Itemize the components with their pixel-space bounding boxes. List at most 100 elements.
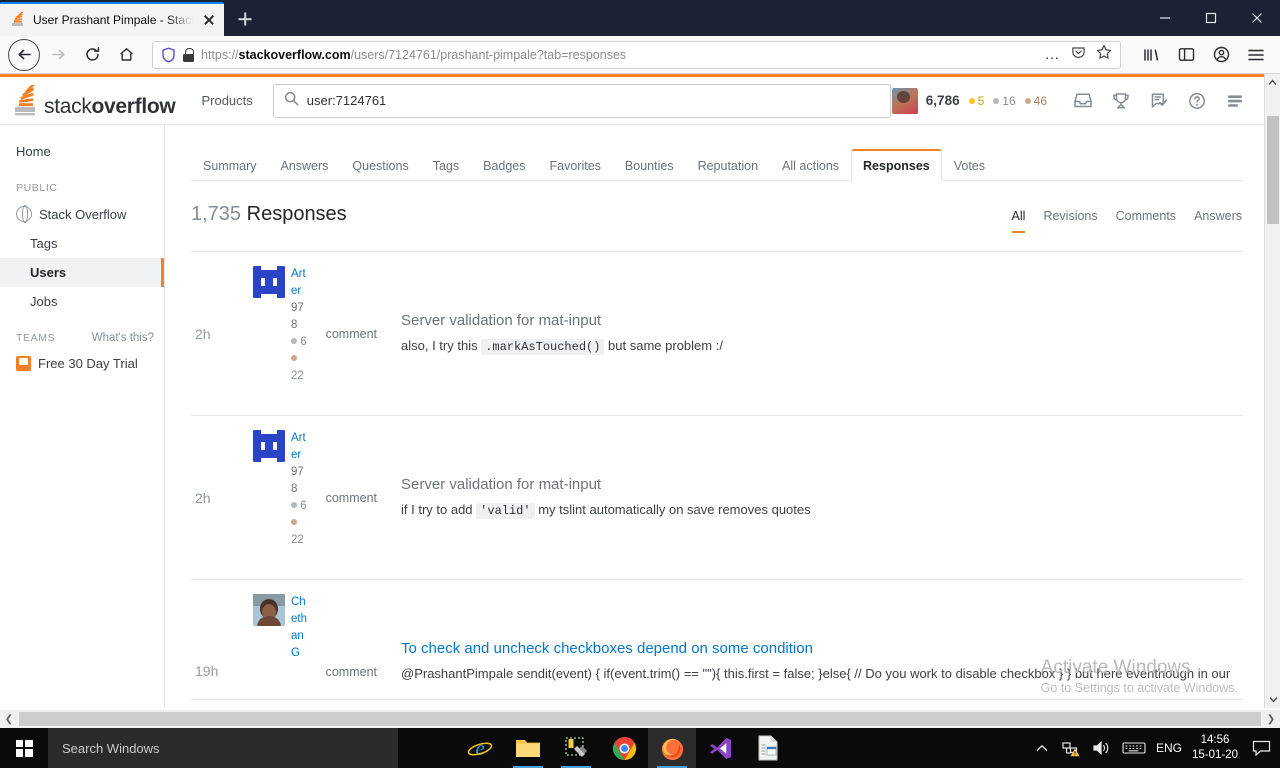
review-icon[interactable]	[1140, 82, 1178, 120]
response-post-title[interactable]: To check and uncheck checkboxes depend o…	[401, 640, 1242, 657]
scroll-right-arrow[interactable]: ❯	[1262, 714, 1280, 725]
tab-questions[interactable]: Questions	[340, 150, 420, 181]
tab-summary[interactable]: Summary	[191, 150, 268, 181]
filter-all[interactable]: All	[1011, 209, 1026, 233]
vertical-scrollbar-thumb[interactable]	[1267, 116, 1279, 224]
products-link[interactable]: Products	[201, 93, 252, 108]
page-viewport: stackoverflow Products 6,786 5 16	[0, 74, 1280, 708]
taskbar-app-snipping-tool[interactable]	[552, 728, 600, 768]
taskbar-app-internet-explorer[interactable]: e	[456, 728, 504, 768]
sidebar-item-free-trial[interactable]: Free 30 Day Trial	[0, 349, 164, 378]
bookmark-star-icon[interactable]	[1096, 44, 1112, 65]
tab-favorites[interactable]: Favorites	[538, 150, 613, 181]
library-icon[interactable]	[1135, 39, 1167, 71]
page-actions-icon[interactable]: …	[1045, 46, 1062, 63]
tab-all-actions[interactable]: All actions	[770, 150, 851, 181]
response-user[interactable]: Chethan G	[253, 594, 317, 685]
tab-badges[interactable]: Badges	[471, 150, 537, 181]
tab-votes[interactable]: Votes	[942, 150, 997, 181]
tab-bounties[interactable]: Bounties	[613, 150, 686, 181]
response-user-name[interactable]: Arter	[291, 268, 306, 297]
avatar[interactable]	[253, 266, 285, 298]
hamburger-menu-icon[interactable]	[1240, 39, 1272, 71]
minimize-button[interactable]	[1142, 0, 1188, 36]
vertical-scrollbar[interactable]	[1264, 74, 1280, 708]
sidebar-item-tags[interactable]: Tags	[0, 229, 164, 258]
response-user-name[interactable]: Chethan G	[291, 596, 307, 659]
network-warning-icon[interactable]	[1062, 740, 1082, 757]
search-input[interactable]	[306, 93, 880, 108]
tab-answers[interactable]: Answers	[268, 150, 340, 181]
response-post-title[interactable]: Server validation for mat-input	[401, 312, 1242, 329]
taskbar-search[interactable]: Search Windows	[48, 728, 398, 768]
scroll-up-arrow[interactable]	[1265, 74, 1280, 91]
teams-whats-this-link[interactable]: What's this?	[92, 332, 154, 344]
language-indicator[interactable]: ENG	[1156, 741, 1182, 755]
response-post-title[interactable]: Server validation for mat-input	[401, 476, 1242, 493]
close-window-button[interactable]	[1234, 0, 1280, 36]
sidebar-item-label: Free 30 Day Trial	[38, 356, 138, 371]
site-switcher-icon[interactable]	[1216, 82, 1254, 120]
browser-tab[interactable]: User Prashant Pimpale - Stack O	[0, 2, 224, 36]
sidebar-item-jobs[interactable]: Jobs	[0, 287, 164, 316]
response-row[interactable]: 2h Arter 978 6 22 comment Server validat…	[191, 252, 1242, 416]
close-tab-icon[interactable]	[200, 11, 218, 29]
forward-button[interactable]	[42, 39, 74, 71]
taskbar-app-excel-document[interactable]	[744, 728, 792, 768]
badge-bronze[interactable]: 46	[1024, 94, 1047, 108]
action-center-icon[interactable]	[1248, 740, 1274, 756]
tab-responses[interactable]: Responses	[851, 149, 942, 181]
clock[interactable]: 14:56 15-01-20	[1192, 733, 1238, 763]
filter-revisions[interactable]: Revisions	[1043, 209, 1097, 233]
tab-reputation[interactable]: Reputation	[686, 150, 770, 181]
response-inline-code: 'valid'	[476, 502, 535, 519]
account-icon[interactable]	[1205, 39, 1237, 71]
pocket-icon[interactable]	[1071, 45, 1086, 65]
horizontal-scrollbar[interactable]: ❮ ❯	[0, 710, 1280, 728]
back-button[interactable]	[8, 38, 40, 71]
tab-tags[interactable]: Tags	[421, 150, 471, 181]
taskbar-app-google-chrome[interactable]	[600, 728, 648, 768]
avatar[interactable]	[253, 430, 285, 462]
badge-gold[interactable]: 5	[968, 94, 984, 108]
home-button[interactable]	[110, 39, 142, 71]
taskbar-app-visual-studio[interactable]	[696, 728, 744, 768]
trophy-icon[interactable]	[1102, 82, 1140, 120]
help-icon[interactable]	[1178, 82, 1216, 120]
inbox-icon[interactable]	[1064, 82, 1102, 120]
user-avatar[interactable]	[891, 87, 918, 114]
filter-answers[interactable]: Answers	[1194, 209, 1242, 233]
urlbar-icons: …	[1045, 44, 1113, 65]
windows-taskbar: Search Windows e ENG 14:56 15-01-20	[0, 728, 1280, 768]
scroll-left-arrow[interactable]: ❮	[0, 714, 18, 725]
show-hidden-icons-icon[interactable]	[1032, 744, 1052, 753]
horizontal-scrollbar-thumb[interactable]	[19, 712, 1261, 726]
sidebar-icon[interactable]	[1170, 39, 1202, 71]
reputation-value[interactable]: 6,786	[926, 93, 960, 108]
volume-icon[interactable]	[1092, 740, 1112, 756]
keyboard-icon[interactable]	[1122, 741, 1146, 755]
taskbar-app-file-explorer[interactable]	[504, 728, 552, 768]
maximize-button[interactable]	[1188, 0, 1234, 36]
new-tab-button[interactable]	[228, 4, 262, 34]
avatar[interactable]	[253, 594, 285, 626]
response-user[interactable]: Arter 978 6 22	[253, 266, 317, 401]
search-bar[interactable]	[272, 83, 891, 118]
response-row[interactable]: 19h Chethan G comment To check and unche…	[191, 580, 1242, 700]
response-user-name[interactable]: Arter	[291, 432, 306, 461]
sidebar-item-users[interactable]: Users	[0, 258, 164, 287]
response-row[interactable]: 2h Arter 978 6 22 comment Server validat…	[191, 416, 1242, 580]
scroll-down-arrow[interactable]	[1265, 691, 1280, 708]
badge-silver[interactable]: 16	[993, 94, 1016, 108]
start-button[interactable]	[0, 728, 48, 768]
response-user[interactable]: Arter 978 6 22	[253, 430, 317, 565]
url-bar[interactable]: https://stackoverflow.com/users/7124761/…	[152, 40, 1121, 69]
sidebar-item-stack-overflow[interactable]: Stack Overflow	[0, 199, 164, 229]
filter-comments[interactable]: Comments	[1116, 209, 1176, 233]
tracking-protection-icon[interactable]	[161, 46, 176, 63]
response-time: 2h	[195, 325, 211, 342]
reload-button[interactable]	[76, 39, 108, 71]
sidebar-item-home[interactable]: Home	[0, 137, 164, 166]
stackoverflow-logo[interactable]: stackoverflow	[12, 82, 176, 117]
taskbar-app-firefox[interactable]	[648, 728, 696, 768]
